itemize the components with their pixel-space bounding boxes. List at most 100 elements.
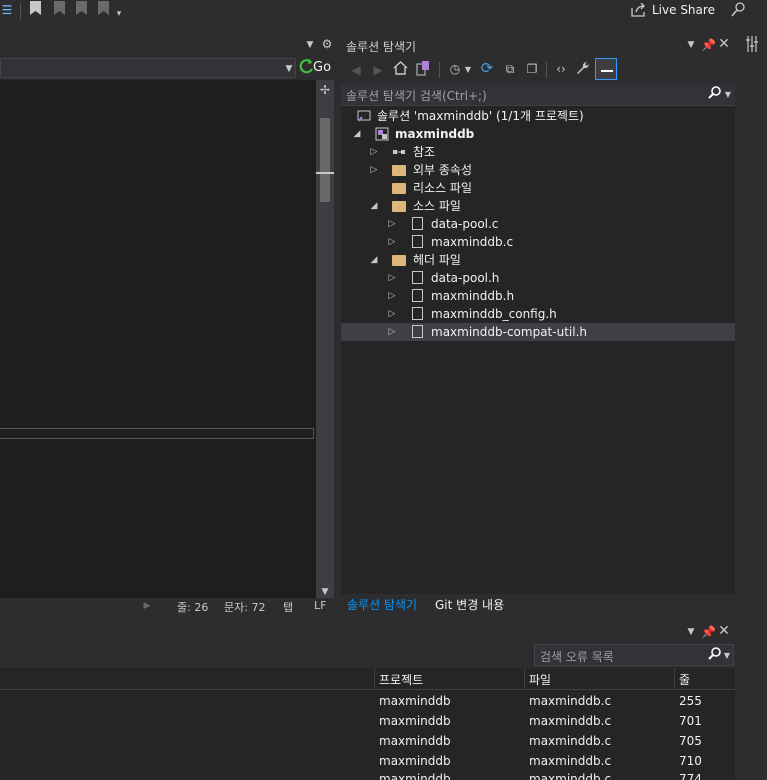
expanded-arrow-icon[interactable]: ◢ [368, 197, 380, 215]
bookmark-icon[interactable] [28, 1, 42, 19]
navigation-combo[interactable]: ▼ [0, 58, 296, 78]
settings-gear-icon[interactable]: ⚙ [320, 36, 334, 52]
tab-git-changes[interactable]: Git 변경 내용 [435, 596, 504, 613]
search-input[interactable]: 솔루션 탐색기 검색(Ctrl+;) [346, 87, 487, 104]
go-button[interactable]: Go [313, 60, 331, 75]
collapsed-arrow-icon[interactable]: ▷ [386, 269, 398, 287]
tree-item-external-deps[interactable]: ▷ 외부 종속성 [341, 161, 735, 179]
code-editor[interactable] [0, 80, 316, 598]
column-divider[interactable] [524, 668, 525, 690]
scrollbar-thumb[interactable] [320, 118, 330, 202]
sync-icon[interactable]: ⟳ [479, 60, 495, 76]
char-indicator[interactable]: 문자: 72 [224, 599, 265, 615]
cell-line: 705 [679, 734, 702, 748]
tab-indicator[interactable]: 탭 [283, 599, 293, 615]
tree-item-resource-files[interactable]: 리소스 파일 [341, 179, 735, 197]
scroll-right-icon[interactable]: ▶ [142, 598, 152, 614]
switch-views-icon[interactable] [415, 61, 431, 80]
tree-item-label: 헤더 파일 [413, 253, 461, 267]
right-tool-strip [739, 24, 767, 780]
search-icon[interactable] [707, 86, 721, 103]
tree-item-header-files[interactable]: ◢ 헤더 파일 [341, 251, 735, 269]
open-folder-icon [392, 255, 406, 266]
cell-file: maxminddb.c [529, 734, 612, 748]
collapsed-arrow-icon[interactable]: ▷ [368, 161, 380, 179]
chevron-down-icon[interactable]: ▼ [463, 62, 473, 78]
collapsed-arrow-icon[interactable]: ▷ [368, 143, 380, 161]
error-search-input[interactable]: 검색 오류 목록 [540, 648, 614, 665]
close-icon[interactable]: ✕ [717, 36, 731, 52]
editor-status-bar: ▶ 줄: 26 문자: 72 탭 LF [0, 598, 334, 614]
solution-explorer-search[interactable]: 솔루션 탐색기 검색(Ctrl+;) ▼ [341, 84, 735, 106]
tree-item-file[interactable]: ▷ data-pool.h [341, 269, 735, 287]
collapse-all-icon[interactable]: ⧉ [502, 61, 518, 77]
feedback-icon[interactable] [730, 2, 746, 21]
tree-item-file[interactable]: ▷ data-pool.c [341, 215, 735, 233]
column-divider[interactable] [374, 668, 375, 690]
live-share-icon[interactable] [630, 2, 646, 21]
collapsed-arrow-icon[interactable]: ▷ [386, 323, 398, 341]
tree-item-file[interactable]: ▷ maxminddb.h [341, 287, 735, 305]
tree-item-label: maxminddb.h [431, 289, 515, 303]
bookmark-next-icon[interactable] [74, 1, 88, 19]
bookmark-prev-icon[interactable] [52, 1, 66, 19]
search-icon[interactable] [707, 647, 721, 664]
split-view-icon[interactable]: ✢ [318, 82, 332, 98]
tab-dropdown-icon[interactable]: ▼ [304, 37, 316, 53]
chevron-down-icon[interactable]: ▼ [723, 648, 731, 664]
toolbar-separator [439, 62, 440, 78]
home-icon[interactable] [392, 61, 408, 79]
properties-wrench-icon[interactable] [575, 61, 591, 79]
tree-item-solution[interactable]: 솔루션 'maxminddb' (1/1개 프로젝트) [341, 107, 735, 125]
eol-indicator[interactable]: LF [314, 599, 326, 612]
pin-icon[interactable]: 📌 [701, 37, 716, 53]
cell-project: maxminddb [379, 694, 451, 708]
window-menu-icon[interactable]: ▼ [685, 37, 697, 53]
live-share-button[interactable]: Live Share [652, 3, 715, 17]
window-menu-icon[interactable]: ▼ [685, 624, 697, 640]
tree-item-project[interactable]: ◢ maxminddb [341, 125, 735, 143]
preview-selected-button[interactable] [595, 58, 617, 80]
collapsed-arrow-icon[interactable]: ▷ [386, 215, 398, 233]
back-icon[interactable]: ◀ [349, 62, 363, 78]
filter-folder-icon [392, 183, 406, 194]
tree-item-references[interactable]: ▷ 참조 [341, 143, 735, 161]
pin-icon[interactable]: 📌 [701, 624, 716, 640]
chevron-down-icon[interactable]: ▼ [723, 87, 733, 103]
show-all-files-icon[interactable]: ❐ [524, 61, 540, 77]
pending-changes-filter-icon[interactable]: ◷ [447, 61, 463, 77]
table-row[interactable]: maxminddb maxminddb.c 255 [0, 692, 735, 712]
tree-item-file-selected[interactable]: ▷ maxminddb-compat-util.h [341, 323, 735, 341]
toolbar-overflow-icon[interactable]: ▾ [114, 6, 124, 22]
collapsed-arrow-icon[interactable]: ▷ [386, 233, 398, 251]
view-code-icon[interactable]: ‹› [553, 61, 569, 77]
cell-line: 774 [679, 772, 702, 780]
table-row[interactable]: maxminddb maxminddb.c 705 [0, 732, 735, 752]
bookmark-clear-icon[interactable] [96, 1, 110, 19]
column-header-project[interactable]: 프로젝트 [379, 671, 423, 688]
column-header-line[interactable]: 줄 [679, 671, 690, 688]
tab-solution-explorer[interactable]: 솔루션 탐색기 [347, 596, 417, 613]
close-icon[interactable]: ✕ [717, 623, 731, 639]
tree-item-file[interactable]: ▷ maxminddb.c [341, 233, 735, 251]
properties-tab-icon[interactable] [744, 34, 760, 59]
expanded-arrow-icon[interactable]: ◢ [368, 251, 380, 269]
error-list-search[interactable]: 검색 오류 목록 ▼ [534, 644, 734, 666]
cell-line: 255 [679, 694, 702, 708]
expanded-arrow-icon[interactable]: ◢ [351, 125, 363, 143]
comment-icon[interactable]: ☰ [0, 2, 14, 18]
table-row[interactable]: maxminddb maxminddb.c 774 [0, 772, 735, 780]
solution-explorer-title: 솔루션 탐색기 [346, 40, 417, 54]
column-divider[interactable] [674, 668, 675, 690]
table-row[interactable]: maxminddb maxminddb.c 701 [0, 712, 735, 732]
collapsed-arrow-icon[interactable]: ▷ [386, 305, 398, 323]
cell-project: maxminddb [379, 772, 451, 780]
tree-item-source-files[interactable]: ◢ 소스 파일 [341, 197, 735, 215]
collapsed-arrow-icon[interactable]: ▷ [386, 287, 398, 305]
tree-item-file[interactable]: ▷ maxminddb_config.h [341, 305, 735, 323]
column-header-file[interactable]: 파일 [529, 671, 551, 688]
line-indicator[interactable]: 줄: 26 [177, 599, 208, 615]
forward-icon[interactable]: ▶ [371, 62, 385, 78]
table-row[interactable]: maxminddb maxminddb.c 710 [0, 752, 735, 772]
tree-item-label: 솔루션 'maxminddb' (1/1개 프로젝트) [377, 109, 584, 123]
